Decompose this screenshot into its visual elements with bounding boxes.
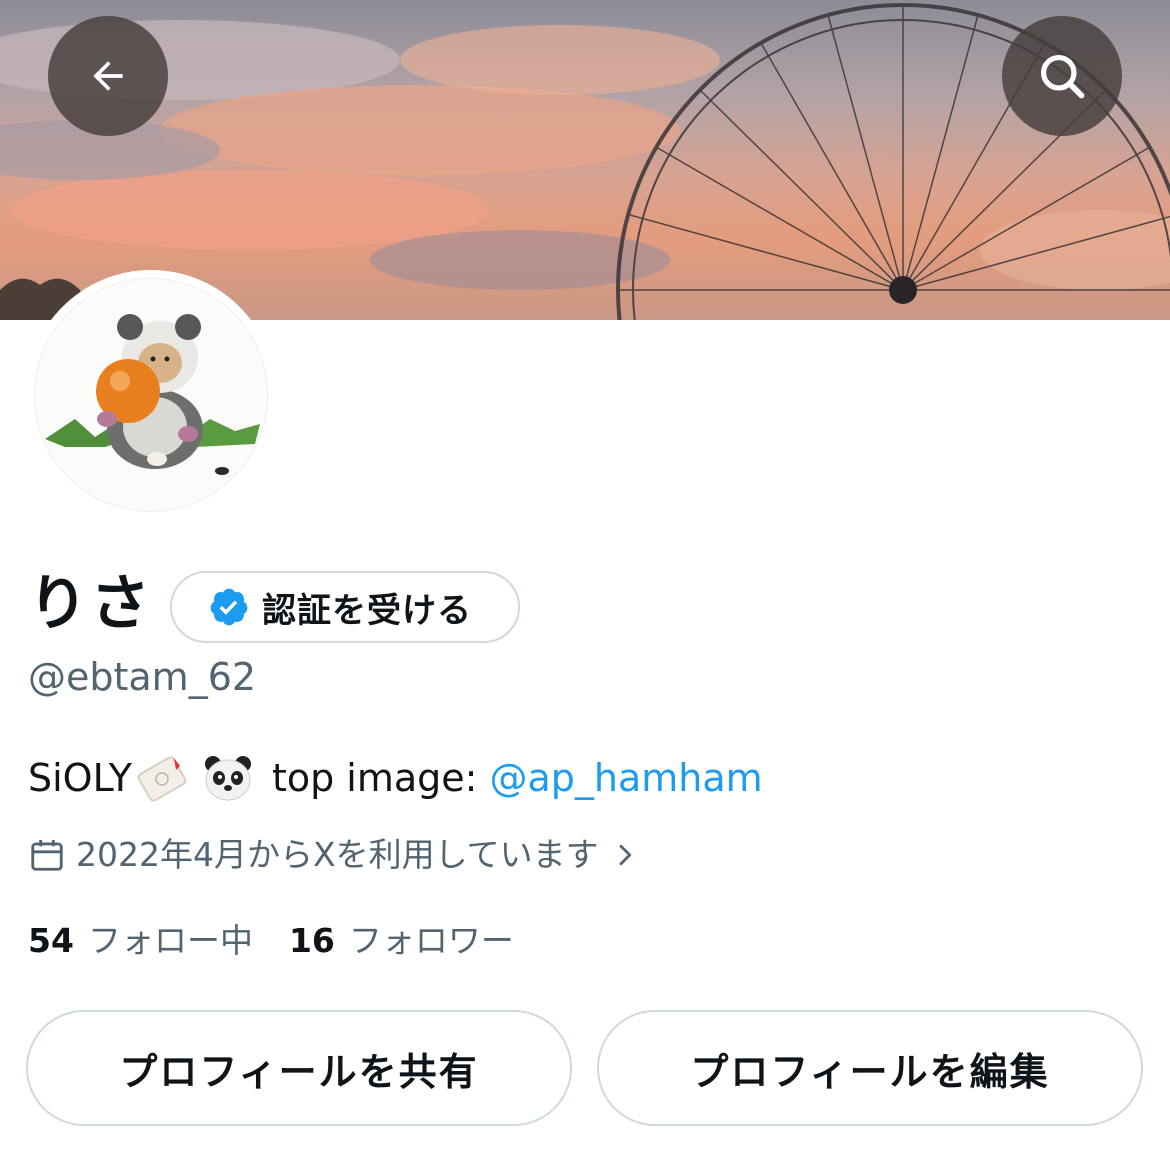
tag-emoji	[136, 752, 192, 804]
display-name: りさ	[28, 569, 152, 639]
edit-profile-button[interactable]: プロフィールを編集	[597, 1010, 1143, 1126]
following-link[interactable]: 54 フォロー中	[28, 918, 253, 964]
bio-text: top image:	[271, 756, 478, 800]
following-count: 54	[28, 921, 74, 960]
get-verified-button[interactable]: 認証を受ける	[170, 571, 520, 643]
user-handle: @ebtam_62	[28, 655, 257, 699]
arrow-left-icon	[93, 61, 123, 91]
share-profile-button[interactable]: プロフィールを共有	[26, 1010, 572, 1126]
panda-emoji	[200, 752, 256, 804]
avatar[interactable]	[26, 270, 276, 520]
profile-bio: SiOLY top image: @ap_hamham	[28, 752, 763, 804]
calendar-icon	[31, 839, 63, 871]
verified-badge-icon	[210, 588, 248, 626]
joined-date-text: 2022年4月からXを利用しています	[76, 835, 599, 874]
get-verified-label: 認証を受ける	[262, 590, 472, 631]
search-icon	[1040, 54, 1085, 99]
chevron-right-icon	[619, 844, 631, 866]
back-button[interactable]	[48, 16, 168, 136]
search-button[interactable]	[1002, 16, 1122, 136]
avatar-image	[45, 314, 260, 475]
followers-count: 16	[288, 921, 335, 960]
followers-link[interactable]: 16 フォロワー	[289, 918, 514, 964]
following-label: フォロー中	[87, 921, 253, 960]
joined-date-row[interactable]: 2022年4月からXを利用しています	[28, 832, 639, 878]
followers-label: フォロワー	[348, 921, 514, 960]
follow-stats: 54 フォロー中 16 フォロワー	[28, 918, 550, 964]
bio-text: SiOLY	[28, 756, 132, 800]
bio-mention-link[interactable]: @ap_hamham	[489, 752, 762, 804]
